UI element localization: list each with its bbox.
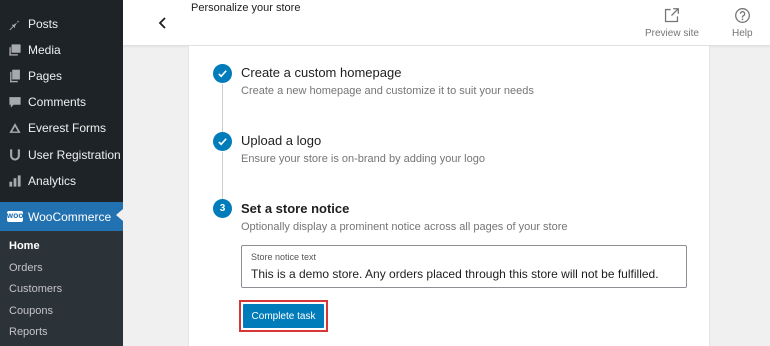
woocommerce-icon: WOO: [6, 211, 24, 222]
external-link-icon: [665, 8, 680, 23]
sidebar-item-media[interactable]: Media: [0, 37, 123, 63]
submenu-item-reports[interactable]: Reports: [9, 326, 48, 338]
admin-sidebar: Posts Media Pages Comments Everest Forms…: [0, 0, 123, 346]
everest-forms-icon: [7, 120, 23, 136]
sidebar-item-posts[interactable]: Posts: [0, 11, 123, 37]
submenu-item-customers[interactable]: Customers: [9, 283, 62, 295]
help-button[interactable]: Help: [732, 7, 753, 39]
sidebar-item-analytics[interactable]: Analytics: [0, 168, 123, 194]
submenu-item-coupons[interactable]: Coupons: [9, 305, 53, 317]
complete-task-highlight: Complete task: [239, 300, 328, 332]
pages-icon: [7, 68, 23, 84]
back-button[interactable]: [153, 13, 173, 33]
store-notice-field[interactable]: Store notice text This is a demo store. …: [241, 245, 687, 288]
help-label: Help: [732, 28, 753, 39]
woocommerce-submenu: Home Orders Customers Coupons Reports: [0, 231, 123, 346]
step-connector: [222, 84, 223, 134]
sidebar-item-label: Media: [28, 43, 61, 57]
active-indicator: [116, 209, 123, 221]
sidebar-item-label: Analytics: [28, 174, 77, 188]
help-icon: [734, 8, 750, 23]
preview-site-label: Preview site: [645, 28, 699, 39]
sidebar-item-label: Posts: [28, 17, 59, 31]
step-description: Ensure your store is on-brand by adding …: [241, 153, 485, 165]
media-icon: [7, 42, 23, 58]
store-notice-label: Store notice text: [251, 252, 317, 262]
checkmark-icon: [218, 70, 227, 78]
page-title: Personalize your store: [191, 2, 301, 14]
task-card: Create a custom homepage Create a new ho…: [188, 46, 710, 346]
preview-site-button[interactable]: Preview site: [645, 7, 699, 39]
sidebar-item-user-registration[interactable]: User Registration: [0, 142, 123, 168]
step-title: Set a store notice: [241, 201, 350, 216]
sidebar-item-label: WooCommerce: [28, 209, 112, 224]
step-description: Create a new homepage and customize it t…: [241, 85, 534, 97]
complete-task-button[interactable]: Complete task: [243, 304, 324, 328]
store-notice-input[interactable]: This is a demo store. Any orders placed …: [251, 267, 659, 281]
sidebar-item-woocommerce[interactable]: WOO WooCommerce: [0, 202, 123, 231]
user-registration-icon: [7, 147, 23, 163]
step-complete-marker: [213, 64, 232, 83]
checkmark-icon: [218, 138, 227, 146]
chevron-left-icon: [158, 17, 166, 29]
sidebar-item-pages[interactable]: Pages: [0, 63, 123, 89]
step-complete-marker: [213, 132, 232, 151]
page-header: Personalize your store Preview site Help: [123, 0, 770, 46]
step-connector: [222, 152, 223, 202]
comment-icon: [7, 94, 23, 110]
step-description: Optionally display a prominent notice ac…: [241, 221, 568, 233]
step-title[interactable]: Upload a logo: [241, 133, 321, 148]
sidebar-item-comments[interactable]: Comments: [0, 89, 123, 115]
sidebar-item-label: User Registration: [28, 148, 121, 162]
sidebar-item-label: Pages: [28, 69, 63, 83]
pushpin-icon: [7, 16, 23, 32]
sidebar-item-label: Everest Forms: [28, 121, 107, 135]
sidebar-item-label: Comments: [28, 95, 87, 109]
step-title[interactable]: Create a custom homepage: [241, 65, 401, 80]
submenu-item-home[interactable]: Home: [9, 240, 40, 252]
submenu-item-orders[interactable]: Orders: [9, 262, 43, 274]
analytics-icon: [7, 173, 23, 189]
sidebar-item-everest-forms[interactable]: Everest Forms: [0, 115, 123, 141]
step-current-marker: 3: [213, 199, 232, 218]
step-number: 3: [219, 203, 226, 214]
